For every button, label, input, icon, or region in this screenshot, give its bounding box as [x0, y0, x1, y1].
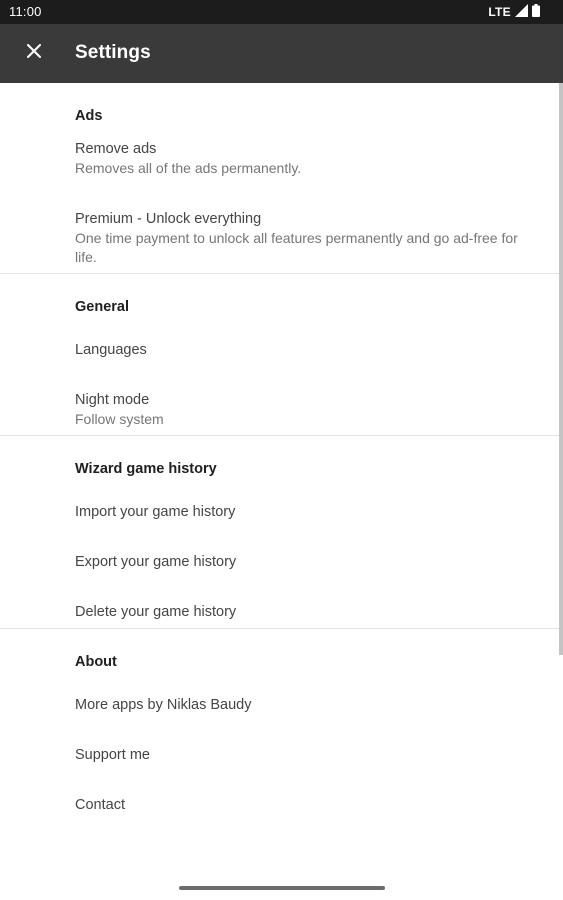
- pref-title: Import your game history: [75, 504, 236, 520]
- pref-premium[interactable]: Premium - Unlock everything One time pay…: [0, 209, 563, 267]
- pref-summary: One time payment to unlock all features …: [75, 230, 518, 265]
- pref-title: More apps by Niklas Baudy: [75, 697, 252, 713]
- scrollbar[interactable]: [559, 83, 563, 655]
- section-wizard-history: Wizard game history Import your game his…: [0, 436, 563, 629]
- pref-title: Premium - Unlock everything: [75, 211, 262, 227]
- pref-title: Languages: [75, 342, 147, 358]
- pref-title: Night mode: [75, 392, 150, 408]
- section-header-about: About: [75, 654, 117, 670]
- section-ads: Ads Remove ads Removes all of the ads pe…: [0, 83, 563, 274]
- section-header-wizard-history: Wizard game history: [75, 461, 217, 477]
- pref-import-history[interactable]: Import your game history: [0, 502, 563, 522]
- section-header-ads: Ads: [75, 108, 103, 124]
- status-bar: 11:00 LTE: [0, 0, 563, 24]
- network-type: LTE: [488, 5, 511, 19]
- pref-more-apps[interactable]: More apps by Niklas Baudy: [0, 695, 563, 715]
- section-general: General Languages Night mode Follow syst…: [0, 274, 563, 436]
- close-button[interactable]: [14, 33, 54, 73]
- pref-night-mode[interactable]: Night mode Follow system: [0, 390, 563, 429]
- signal-icon: [515, 4, 528, 20]
- pref-support-me[interactable]: Support me: [0, 745, 563, 765]
- navigation-gesture-handle[interactable]: [179, 886, 385, 890]
- pref-export-history[interactable]: Export your game history: [0, 552, 563, 572]
- battery-icon: [532, 4, 540, 20]
- pref-remove-ads[interactable]: Remove ads Removes all of the ads perman…: [0, 139, 563, 178]
- pref-contact[interactable]: Contact: [0, 795, 563, 815]
- pref-languages[interactable]: Languages: [0, 340, 563, 360]
- close-icon: [27, 43, 41, 63]
- status-time: 11:00: [9, 4, 42, 19]
- pref-title: Contact: [75, 797, 125, 813]
- pref-summary: Follow system: [75, 411, 164, 427]
- page-title: Settings: [75, 42, 151, 63]
- section-header-general: General: [75, 299, 129, 315]
- pref-title: Remove ads: [75, 141, 157, 157]
- app-bar: Settings: [0, 24, 563, 83]
- pref-title: Export your game history: [75, 554, 237, 570]
- pref-title: Delete your game history: [75, 604, 237, 620]
- section-about: About More apps by Niklas Baudy Support …: [0, 629, 563, 821]
- pref-title: Support me: [75, 747, 150, 763]
- pref-summary: Removes all of the ads permanently.: [75, 160, 302, 176]
- status-icons: LTE: [488, 4, 540, 20]
- settings-list: Ads Remove ads Removes all of the ads pe…: [0, 83, 563, 821]
- pref-delete-history[interactable]: Delete your game history: [0, 602, 563, 622]
